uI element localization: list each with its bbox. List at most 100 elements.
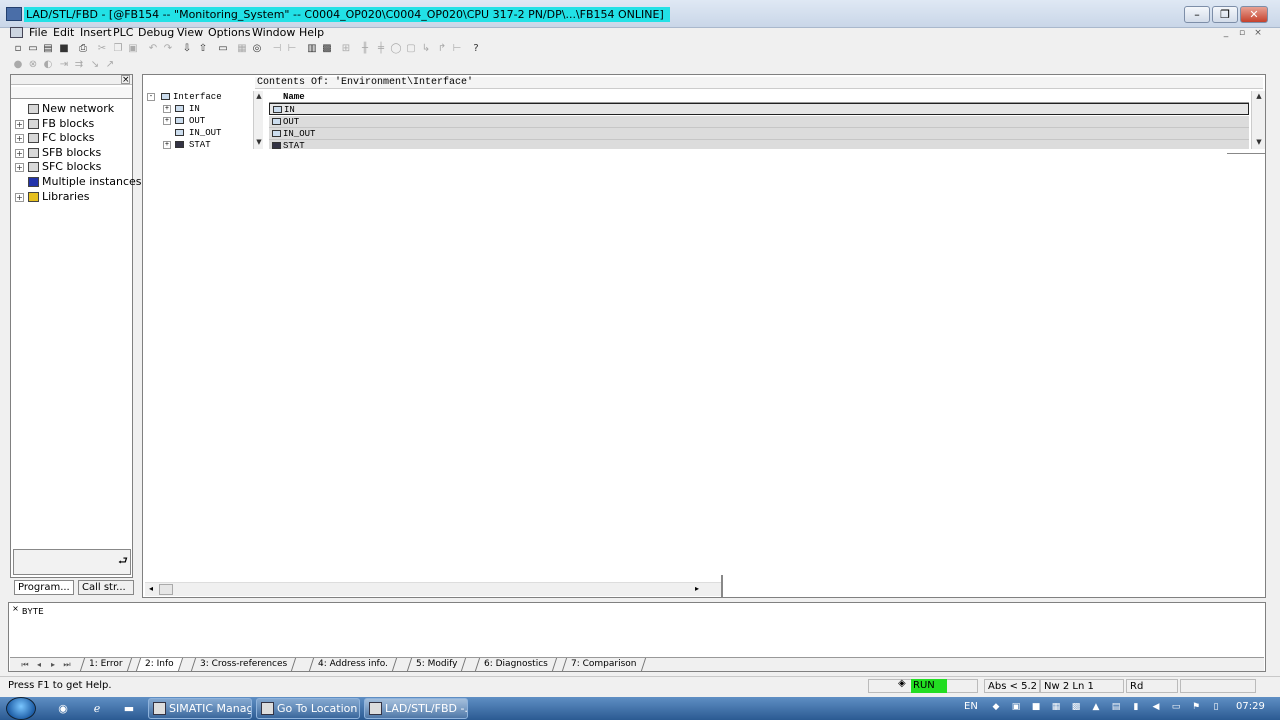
- interface-tree-out[interactable]: + OUT: [145, 115, 253, 127]
- delete-breakpoint-icon[interactable]: ⊗: [26, 58, 40, 72]
- pinned-app-icon[interactable]: ◉: [54, 700, 72, 717]
- table-row[interactable]: IN: [269, 103, 1249, 115]
- table-row[interactable]: STAT: [269, 140, 1249, 149]
- menu-window[interactable]: Window: [252, 26, 295, 40]
- pdf-icon[interactable]: ▲: [1090, 701, 1102, 713]
- contact-no-icon[interactable]: ╫: [358, 42, 372, 56]
- table-row[interactable]: IN_OUT: [269, 128, 1249, 140]
- watch-icon[interactable]: ◎: [250, 42, 264, 56]
- scroll-left-icon[interactable]: ◂: [149, 584, 153, 593]
- expand-icon[interactable]: +: [15, 134, 24, 143]
- last-tab-icon[interactable]: ⏭: [62, 659, 72, 670]
- jump-icon[interactable]: ⊢: [285, 42, 299, 56]
- tray-app-icon[interactable]: ▩: [1070, 701, 1082, 713]
- scroll-down-icon[interactable]: ▼: [1252, 137, 1266, 147]
- tab-call-structure[interactable]: Call str...: [78, 580, 134, 595]
- interface-tree-in-out[interactable]: IN_OUT: [145, 127, 253, 139]
- details-icon[interactable]: ▩: [320, 42, 334, 56]
- mdi-close-button[interactable]: ×: [1252, 27, 1264, 39]
- step-out-icon[interactable]: ↗: [103, 58, 117, 72]
- undo-icon[interactable]: ↶: [146, 42, 160, 56]
- menu-view[interactable]: View: [177, 26, 203, 40]
- insert-network-icon[interactable]: ⊞: [339, 42, 353, 56]
- step-into-icon[interactable]: ↘: [88, 58, 102, 72]
- horizontal-scrollbar[interactable]: ◂ ▸: [145, 582, 721, 596]
- signal-icon[interactable]: ▮: [1130, 701, 1142, 713]
- cut-icon[interactable]: ✂: [95, 42, 109, 56]
- scroll-up-icon[interactable]: ▲: [1252, 91, 1266, 101]
- tray-app-icon[interactable]: ▤: [1110, 701, 1122, 713]
- flag-icon[interactable]: ⚑: [1190, 701, 1202, 713]
- scroll-up-icon[interactable]: ▲: [254, 91, 264, 101]
- expand-icon[interactable]: +: [163, 117, 171, 125]
- insert-element-icon[interactable]: ⮐: [118, 552, 128, 571]
- close-icon[interactable]: ×: [11, 605, 20, 614]
- tab-comparison[interactable]: 7: Comparison: [561, 658, 646, 671]
- interface-tree-stat[interactable]: + STAT: [145, 139, 253, 149]
- document-menu-icon[interactable]: [10, 27, 23, 38]
- taskbar-go-to-location[interactable]: Go To Location: [256, 698, 360, 719]
- tab-error[interactable]: 1: Error: [79, 658, 132, 671]
- expand-icon[interactable]: +: [163, 105, 171, 113]
- new-icon[interactable]: ▫: [11, 42, 25, 56]
- prev-tab-icon[interactable]: ◂: [34, 659, 44, 670]
- save-icon[interactable]: ■: [57, 42, 71, 56]
- redo-icon[interactable]: ↷: [161, 42, 175, 56]
- tray-app-icon[interactable]: ▭: [1170, 701, 1182, 713]
- tree-item-sfc-blocks[interactable]: + SFC blocks: [11, 160, 132, 174]
- close-icon[interactable]: ×: [121, 75, 130, 85]
- upload-icon[interactable]: ⇧: [196, 42, 210, 56]
- scroll-splitter[interactable]: [721, 575, 723, 597]
- paste-icon[interactable]: ▣: [126, 42, 140, 56]
- collapse-icon[interactable]: -: [147, 93, 155, 101]
- volume-icon[interactable]: ◀: [1150, 701, 1162, 713]
- expand-icon[interactable]: +: [15, 120, 24, 129]
- open-online-icon[interactable]: ▤: [41, 42, 55, 56]
- clock[interactable]: 07:29: [1236, 701, 1265, 712]
- taskbar-lad-stl-fbd[interactable]: LAD/STL/FBD -...: [364, 698, 468, 719]
- close-branch-icon[interactable]: ↱: [435, 42, 449, 56]
- start-button[interactable]: [6, 697, 36, 720]
- minimize-button[interactable]: –: [1184, 6, 1210, 23]
- box-icon[interactable]: ▢: [404, 42, 418, 56]
- expand-icon[interactable]: +: [15, 163, 24, 172]
- menu-debug[interactable]: Debug: [138, 26, 174, 40]
- scroll-right-icon[interactable]: ▸: [695, 584, 699, 593]
- tab-address-info[interactable]: 4: Address info.: [308, 658, 398, 671]
- tab-diagnostics[interactable]: 6: Diagnostics: [474, 658, 557, 671]
- scroll-thumb[interactable]: [159, 584, 173, 595]
- open-branch-icon[interactable]: ↳: [419, 42, 433, 56]
- contact-nc-icon[interactable]: ╪: [374, 42, 388, 56]
- coil-icon[interactable]: ◯: [389, 42, 403, 56]
- branch-icon[interactable]: ⊣: [270, 42, 284, 56]
- monitor-icon[interactable]: ▭: [216, 42, 230, 56]
- language-indicator[interactable]: EN: [964, 701, 978, 712]
- interface-tree-in[interactable]: + IN: [145, 103, 253, 115]
- tree-item-fc-blocks[interactable]: + FC blocks: [11, 131, 132, 145]
- menu-insert[interactable]: Insert: [80, 26, 112, 40]
- battery-icon[interactable]: ▯: [1210, 701, 1222, 713]
- tree-item-libraries[interactable]: + Libraries: [11, 190, 132, 204]
- tab-info[interactable]: 2: Info: [135, 658, 183, 671]
- connection-icon[interactable]: ⊢: [450, 42, 464, 56]
- overview-icon[interactable]: ▥: [305, 42, 319, 56]
- tab-cross-references[interactable]: 3: Cross-references: [190, 658, 297, 671]
- expand-icon[interactable]: +: [15, 193, 24, 202]
- tree-item-new-network[interactable]: New network: [11, 102, 132, 116]
- download-icon[interactable]: ⇩: [180, 42, 194, 56]
- next-tab-icon[interactable]: ▸: [48, 659, 58, 670]
- tab-modify[interactable]: 5: Modify: [406, 658, 467, 671]
- mdi-minimize-button[interactable]: _: [1220, 27, 1232, 39]
- folder-icon[interactable]: ▬: [120, 700, 138, 717]
- menu-edit[interactable]: Edit: [53, 26, 74, 40]
- tree-item-multiple-instances[interactable]: Multiple instances: [11, 175, 142, 189]
- interface-tree-root[interactable]: - Interface: [145, 91, 253, 103]
- mdi-restore-button[interactable]: ▫: [1236, 27, 1248, 39]
- tab-program-elements[interactable]: Program...: [14, 580, 74, 595]
- menu-options[interactable]: Options: [208, 26, 250, 40]
- first-tab-icon[interactable]: ⏮: [20, 659, 30, 670]
- menu-file[interactable]: File: [29, 26, 47, 40]
- print-icon[interactable]: ⎙: [76, 42, 90, 56]
- network-icon[interactable]: ▦: [235, 42, 249, 56]
- breakpoint-icon[interactable]: ●: [11, 58, 25, 72]
